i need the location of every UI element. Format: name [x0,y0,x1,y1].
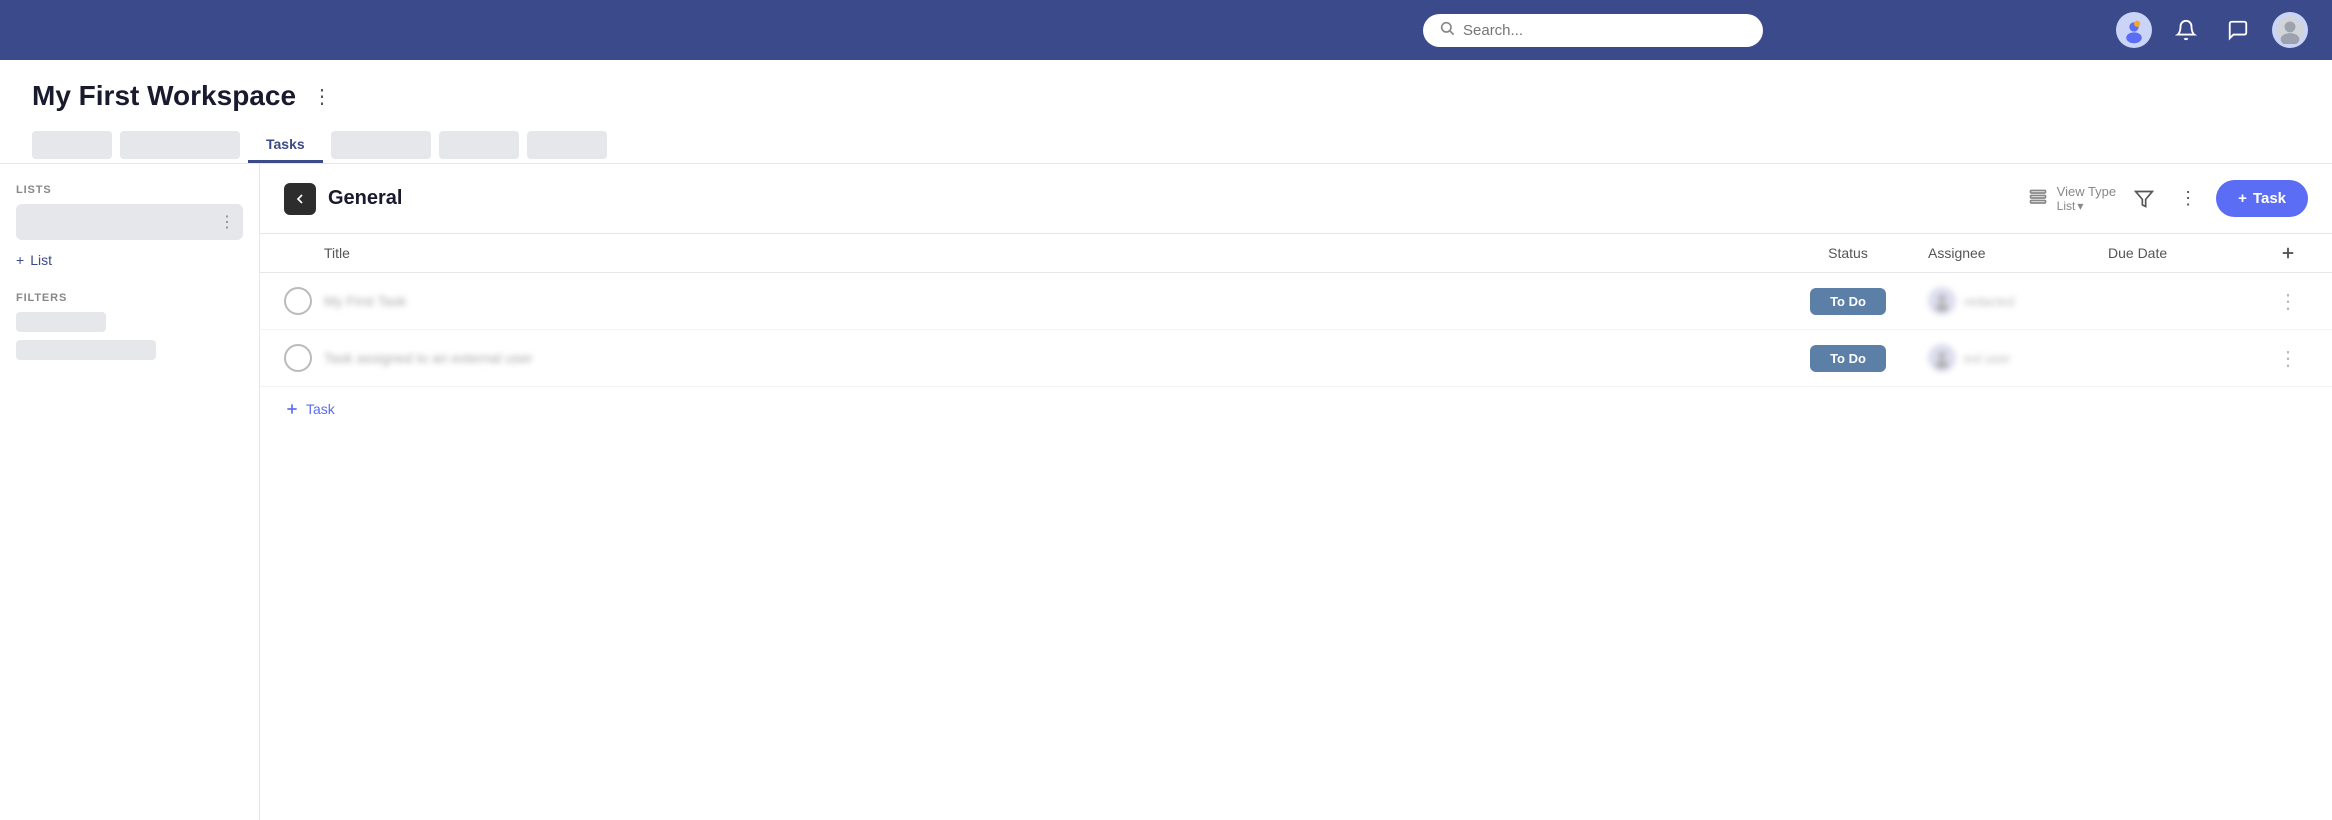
tab-placeholder-4[interactable] [331,131,431,159]
search-input[interactable] [1463,22,1747,39]
task-assignee-1[interactable]: redacted [1928,287,2108,315]
task-row-menu-1[interactable]: ⋮ [2268,289,2308,314]
workspace-menu-icon[interactable]: ⋮ [306,82,338,111]
add-task-plus-icon: + [2238,190,2247,207]
tab-placeholder-6[interactable] [527,131,607,159]
general-header: General View Type List ▾ [260,164,2332,234]
notifications-icon[interactable] [2168,12,2204,48]
tabs-row: Tasks [32,128,2300,163]
col-title-header: Title [324,245,1768,261]
lists-section-label: LISTS [16,184,243,196]
task-row-menu-2[interactable]: ⋮ [2268,346,2308,371]
general-panel: General View Type List ▾ [260,164,2332,820]
task-table: Title Status Assignee Due Date My First … [260,234,2332,431]
assignee-avatar-1 [1928,287,1956,315]
filter-button[interactable] [2128,183,2160,215]
view-type-text: View Type List ▾ [2057,184,2117,214]
task-status-2[interactable]: To Do [1768,345,1928,372]
more-dots-icon: ⋮ [2179,188,2197,209]
task-title-1[interactable]: My First Task [324,293,1768,309]
tab-placeholder-5[interactable] [439,131,519,159]
col-duedate-header: Due Date [2108,245,2268,261]
workspace-title: My First Workspace [32,80,296,112]
table-header: Title Status Assignee Due Date [260,234,2332,273]
view-type-button[interactable]: View Type List ▾ [2027,184,2117,214]
back-icon[interactable] [284,183,316,215]
add-task-inline-button[interactable]: Task [284,401,335,417]
workspace-title-row: My First Workspace ⋮ [32,80,2300,112]
table-row: My First Task To Do redacted [260,273,2332,330]
task-checkbox-1[interactable] [284,287,312,315]
task-title-2[interactable]: Task assigned to an external user [324,350,1768,366]
sidebar-list-item[interactable]: ⋮ [16,204,243,240]
add-list-plus-icon: + [16,252,24,268]
search-bar-container [1070,14,2116,47]
nav-icons [2116,12,2308,48]
task-assignee-2[interactable]: ext user [1928,344,2108,372]
list-item-menu-icon[interactable]: ⋮ [219,212,235,232]
page-header: My First Workspace ⋮ Tasks [0,60,2332,164]
task-checkbox-2[interactable] [284,344,312,372]
tab-tasks[interactable]: Tasks [248,128,323,163]
filters-section-label: FILTERS [16,292,243,304]
tab-placeholder-1[interactable] [32,131,112,159]
sidebar: LISTS ⋮ + List FILTERS [0,164,260,820]
add-task-header-button[interactable]: + Task [2216,180,2308,217]
tab-placeholder-2[interactable] [120,131,240,159]
search-icon [1439,20,1455,41]
top-nav [0,0,2332,60]
add-list-button[interactable]: + List [16,248,243,272]
col-add-header[interactable] [2268,244,2308,262]
messages-icon[interactable] [2220,12,2256,48]
filter-placeholder-1 [16,312,106,332]
view-type-icon [2027,187,2049,209]
user-avatar-special[interactable] [2116,12,2152,48]
general-title: General [328,187,2015,210]
table-row: Task assigned to an external user To Do … [260,330,2332,387]
more-options-button[interactable]: ⋮ [2172,183,2204,215]
col-assignee-header: Assignee [1928,245,2108,261]
search-bar[interactable] [1423,14,1763,47]
add-task-row: Task [260,387,2332,431]
main-layout: LISTS ⋮ + List FILTERS General [0,164,2332,820]
filter-placeholder-2 [16,340,156,360]
user-avatar[interactable] [2272,12,2308,48]
col-status-header: Status [1768,245,1928,261]
assignee-avatar-2 [1928,344,1956,372]
task-status-1[interactable]: To Do [1768,288,1928,315]
content-area: General View Type List ▾ [260,164,2332,820]
